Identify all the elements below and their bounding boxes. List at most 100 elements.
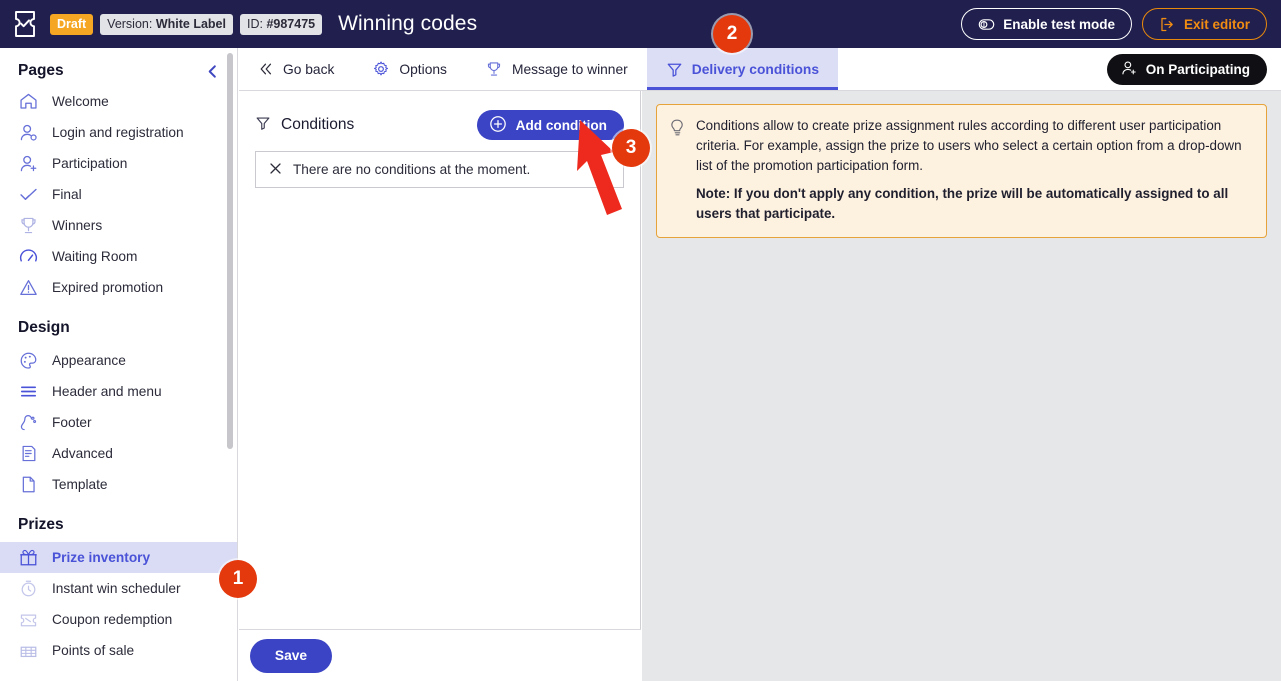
sidebar-item-appearance[interactable]: Appearance xyxy=(0,345,237,376)
tab-label: Message to winner xyxy=(511,61,628,77)
exit-editor-button[interactable]: Exit editor xyxy=(1141,8,1267,40)
sidebar-section-pages-title: Pages xyxy=(18,62,64,79)
page-icon xyxy=(18,474,39,495)
double-chevron-left-icon xyxy=(258,61,274,77)
speedometer-icon xyxy=(18,246,39,267)
sidebar-item-header-and-menu[interactable]: Header and menu xyxy=(0,376,237,407)
page-title: Winning codes xyxy=(338,12,478,35)
on-participating-badge[interactable]: On Participating xyxy=(1106,54,1267,85)
annotation-marker-2: 2 xyxy=(713,15,751,53)
editor-tabbar: Go back Options Message to winner Delive… xyxy=(239,48,1281,91)
enable-test-mode-button[interactable]: Enable test mode xyxy=(961,8,1132,40)
sidebar-item-label: Login and registration xyxy=(52,125,184,140)
app-header: Draft Version: White Label ID: #987475 W… xyxy=(0,0,1281,48)
info-callout-text: Conditions allow to create prize assignm… xyxy=(696,116,1252,224)
sidebar-item-coupon-redemption[interactable]: Coupon redemption xyxy=(0,604,237,635)
home-icon xyxy=(18,91,39,112)
conditions-empty-message: There are no conditions at the moment. xyxy=(293,162,531,177)
header-actions: Enable test mode Exit editor xyxy=(961,8,1267,40)
toggle-icon xyxy=(978,18,995,30)
tab-delivery-conditions[interactable]: Delivery conditions xyxy=(646,48,839,90)
on-participating-label: On Participating xyxy=(1145,62,1250,77)
enable-test-mode-label: Enable test mode xyxy=(1003,16,1115,32)
annotation-marker-3: 3 xyxy=(612,129,650,167)
id-value: #987475 xyxy=(266,17,316,31)
sidebar-item-template[interactable]: Template xyxy=(0,469,237,500)
sidebar-pages-header: Pages xyxy=(0,48,237,86)
panel-footer: Save xyxy=(239,629,641,681)
version-label: Version: xyxy=(107,17,153,31)
version-value: White Label xyxy=(155,17,226,31)
sidebar-item-label: Footer xyxy=(52,415,92,430)
lightbulb-icon xyxy=(669,116,686,224)
trophy-icon xyxy=(485,60,503,78)
sidebar-item-points-of-sale[interactable]: Points of sale xyxy=(0,635,237,666)
chevron-left-icon xyxy=(208,64,216,78)
sidebar-item-label: Expired promotion xyxy=(52,280,164,295)
sidebar-item-label: Template xyxy=(52,477,108,492)
filter-icon xyxy=(255,115,271,136)
info-callout-note: Note: If you don't apply any condition, … xyxy=(696,186,1229,222)
stopwatch-icon xyxy=(18,578,39,599)
tab-options[interactable]: Options xyxy=(353,48,466,90)
sidebar-item-label: Welcome xyxy=(52,94,109,109)
sidebar-item-participation[interactable]: Participation xyxy=(0,148,237,179)
sidebar-item-label: Points of sale xyxy=(52,643,135,658)
tab-go-back[interactable]: Go back xyxy=(239,48,353,90)
document-code-icon xyxy=(18,443,39,464)
close-x-icon[interactable] xyxy=(268,161,283,179)
sidebar-item-label: Waiting Room xyxy=(52,249,138,264)
sidebar-item-winners[interactable]: Winners xyxy=(0,210,237,241)
save-button[interactable]: Save xyxy=(250,638,332,673)
sidebar: Pages Welcome Login and registration Par… xyxy=(0,48,238,681)
app-logo[interactable] xyxy=(10,8,40,40)
sidebar-scrollbar[interactable] xyxy=(227,53,233,449)
sidebar-item-advanced[interactable]: Advanced xyxy=(0,438,237,469)
sidebar-collapse-button[interactable] xyxy=(205,64,220,79)
palette-icon xyxy=(18,350,39,371)
editor-window: Draft Version: White Label ID: #987475 W… xyxy=(0,0,1281,681)
ticket-check-icon xyxy=(15,11,35,37)
trophy-icon xyxy=(18,215,39,236)
store-icon xyxy=(18,640,39,661)
sidebar-content: Pages Welcome Login and registration Par… xyxy=(0,48,237,666)
conditions-title-group: Conditions xyxy=(255,115,354,136)
conditions-title: Conditions xyxy=(281,116,355,133)
user-add-icon xyxy=(18,153,39,174)
sidebar-item-label: Final xyxy=(52,187,82,202)
sidebar-item-label: Advanced xyxy=(52,446,113,461)
sidebar-item-waiting-room[interactable]: Waiting Room xyxy=(0,241,237,272)
gift-icon xyxy=(18,547,39,568)
status-badge: Draft xyxy=(50,13,94,35)
tab-label: Go back xyxy=(283,61,335,77)
tab-label: Options xyxy=(399,61,447,77)
tab-message-to-winner[interactable]: Message to winner xyxy=(466,48,647,90)
check-icon xyxy=(18,184,39,205)
sidebar-item-label: Prize inventory xyxy=(52,550,151,565)
sidebar-item-footer[interactable]: Footer xyxy=(0,407,237,438)
sidebar-item-label: Header and menu xyxy=(52,384,162,399)
gear-icon xyxy=(372,60,390,78)
user-login-icon xyxy=(18,122,39,143)
menu-lines-icon xyxy=(18,381,39,402)
id-badge: ID: #987475 xyxy=(239,13,323,35)
user-add-icon xyxy=(1120,59,1138,80)
coupon-icon xyxy=(18,609,39,630)
logout-icon xyxy=(1161,17,1173,31)
sidebar-section-prizes-title: Prizes xyxy=(18,516,64,533)
sidebar-item-login-and-registration[interactable]: Login and registration xyxy=(0,117,237,148)
sidebar-item-expired-promotion[interactable]: Expired promotion xyxy=(0,272,237,303)
sidebar-item-label: Participation xyxy=(52,156,128,171)
info-callout-body: Conditions allow to create prize assignm… xyxy=(696,118,1242,173)
sidebar-item-label: Winners xyxy=(52,218,103,233)
sidebar-item-label: Coupon redemption xyxy=(52,612,173,627)
sidebar-item-final[interactable]: Final xyxy=(0,179,237,210)
sidebar-item-instant-win-scheduler[interactable]: Instant win scheduler xyxy=(0,573,237,604)
sidebar-item-prize-inventory[interactable]: Prize inventory xyxy=(0,542,237,573)
plus-circle-icon xyxy=(489,115,507,136)
preview-area: Conditions allow to create prize assignm… xyxy=(642,91,1281,681)
sidebar-item-welcome[interactable]: Welcome xyxy=(0,86,237,117)
footer-icon xyxy=(18,412,39,433)
sidebar-section-design-title: Design xyxy=(18,319,70,336)
exit-editor-label: Exit editor xyxy=(1183,16,1250,32)
